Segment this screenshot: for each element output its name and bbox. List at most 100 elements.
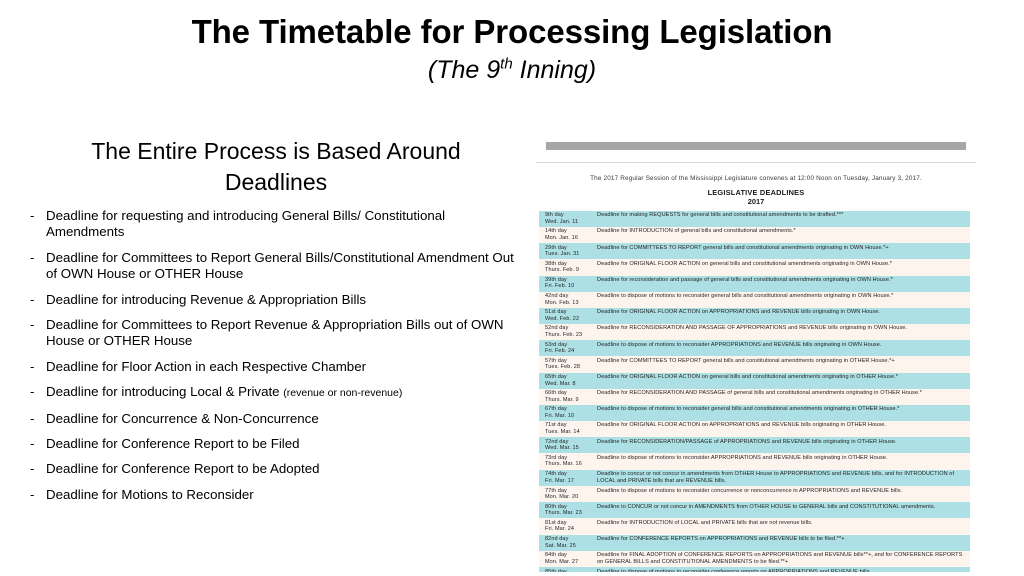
- row-day-cell: 65th day Wed. Mar. 8: [539, 374, 597, 387]
- row-day-number: 81st day: [545, 519, 567, 526]
- bullet-text: Deadline for Floor Action in each Respec…: [46, 359, 526, 375]
- table-row: 77th day Mon. Mar. 20 Deadline to dispose …: [539, 486, 970, 503]
- row-day-cell: 81st day Fri. Mar. 24: [539, 520, 597, 533]
- row-day-date: Tues. Jan. 31: [545, 251, 580, 258]
- row-day-number: 52nd day: [545, 325, 569, 332]
- page-title: The Timetable for Processing Legislation: [191, 13, 833, 50]
- left-content-column: The Entire Process is Based Around Deadl…: [26, 136, 526, 512]
- bullet-main-text: Deadline for introducing Revenue & Appro…: [46, 291, 367, 307]
- row-description-cell: Deadline to dispose of motions to recons…: [597, 568, 872, 572]
- bullet-dash-marker: -: [30, 486, 35, 502]
- table-row: 65th day Wed. Mar. 8 Deadline for ORIGINAL…: [539, 372, 970, 389]
- scan-document-title: LEGISLATIVE DEADLINES: [707, 188, 805, 197]
- bullet-dash-marker: -: [30, 358, 35, 374]
- row-day-number: 84th day: [545, 552, 567, 559]
- row-description-cell: Deadline to CONCUR or not concur in AMEN…: [597, 503, 936, 510]
- bullet-item: - Deadline for Committees to Report Reven…: [26, 317, 526, 350]
- bullet-main-text: Deadline for Motions to Reconsider: [46, 486, 254, 502]
- table-row: 66th day Thurs. Mar. 9 Deadline for RECONS…: [539, 388, 970, 405]
- bullet-dash-marker: -: [30, 291, 35, 307]
- row-day-date: Mon. Mar. 27: [545, 558, 579, 565]
- subtitle-ordinal-suffix: th: [500, 55, 513, 73]
- row-day-number: 66th day: [545, 390, 567, 397]
- table-row: 67th day Fri. Mar. 10 Deadline to dispose …: [539, 404, 970, 422]
- row-day-number: 65th day: [545, 373, 567, 380]
- table-row: 42nd day Mon. Feb. 13 Deadline to dispose …: [539, 291, 970, 308]
- row-description-cell: Deadline for INTRODUCTION of general bil…: [597, 228, 796, 235]
- row-day-number: 80th day: [545, 503, 567, 510]
- row-day-cell: 80th day Thurs. Mar. 23: [539, 504, 597, 517]
- row-day-number: 73rd day: [545, 454, 568, 461]
- row-day-cell: 52nd day Thurs. Feb. 23: [539, 325, 597, 338]
- table-row: 80th day Thurs. Mar. 23 Deadline to CONCUR…: [539, 502, 970, 519]
- table-row: 72nd day Wed. Mar. 15 Deadline for RECONSI…: [539, 437, 970, 454]
- bullet-text: Deadline for introducing Revenue & Appro…: [46, 292, 526, 308]
- table-row: 81st day Fri. Mar. 24 Deadline for INTRODU…: [539, 518, 970, 535]
- row-day-cell: 9th day Wed. Jan. 11: [539, 212, 597, 225]
- scan-document-year: 2017: [747, 197, 765, 207]
- row-day-number: 38th day: [545, 260, 567, 267]
- row-day-number: 67th day: [545, 406, 567, 413]
- row-day-date: Wed. Mar. 8: [545, 380, 576, 387]
- table-row: 74th day Fri. Mar. 17 Deadline to concur o…: [539, 469, 970, 487]
- row-description-cell: Deadline to dispose of motions to recons…: [597, 293, 894, 300]
- bullet-main-text: Deadline for Conference Report to be Fil…: [46, 436, 300, 452]
- bullet-item: - Deadline for Concurrence & Non-Concurre…: [26, 411, 526, 427]
- subtitle-pre: (The 9: [427, 56, 501, 84]
- row-description-cell: Deadline to dispose of motions to recons…: [597, 341, 882, 348]
- title-block: The Timetable for Processing Legislation…: [0, 12, 1024, 86]
- bullet-text: Deadline for Motions to Reconsider: [46, 487, 526, 503]
- bullet-dash-marker: -: [30, 208, 35, 223]
- row-day-number: 72nd day: [545, 438, 569, 445]
- row-day-number: 71st day: [545, 422, 567, 429]
- row-description-cell: Deadline to dispose of motions to recons…: [597, 406, 900, 413]
- row-description-cell: Deadline for reconsideration and passage…: [597, 276, 893, 283]
- row-day-date: Tues. Mar. 14: [545, 429, 580, 436]
- bullet-item: - Deadline for Conference Report to be Ad…: [26, 461, 526, 477]
- bullet-text: Deadline for Conference Report to be Fil…: [46, 436, 526, 452]
- scan-top-bar: [546, 142, 966, 150]
- bullet-text: Deadline for introducing Local & Private…: [46, 384, 526, 401]
- row-day-cell: 77th day Mon. Mar. 20: [539, 488, 597, 501]
- bullet-dash-marker: -: [30, 410, 35, 426]
- bullet-main-text: Deadline for Floor Action in each Respec…: [46, 358, 367, 374]
- row-day-cell: 51st day Wed. Feb. 22: [539, 309, 597, 322]
- row-day-cell: 72nd day Wed. Mar. 15: [539, 439, 597, 452]
- row-day-number: 42nd day: [545, 293, 569, 300]
- bullet-main-text: Deadline for requesting and introducing …: [46, 208, 446, 240]
- row-description-cell: Deadline for making REQUESTS for general…: [597, 212, 844, 219]
- row-day-date: Mon. Jan. 16: [545, 234, 578, 241]
- row-day-number: 82nd day: [545, 536, 569, 543]
- row-day-number: 14th day: [545, 228, 567, 235]
- row-day-number: 51st day: [545, 309, 567, 316]
- row-description-cell: Deadline to concur or not concur in amen…: [597, 470, 955, 484]
- row-day-cell: 42nd day Mon. Feb. 13: [539, 293, 597, 306]
- row-day-date: Wed. Feb. 22: [545, 315, 580, 322]
- scan-document-body: The 2017 Regular Session of the Mississi…: [536, 162, 976, 572]
- row-day-number: 39th day: [545, 276, 567, 283]
- row-day-date: Thurs. Mar. 16: [545, 461, 582, 468]
- row-description-cell: Deadline to dispose of motions to recons…: [597, 454, 888, 461]
- bullet-item: - Deadline for requesting and introducing…: [26, 208, 526, 241]
- row-description-cell: Deadline for RECONSIDERATION AND PASSAGE…: [597, 325, 908, 332]
- row-description-cell: Deadline for ORIGINAL FLOOR ACTION on AP…: [597, 309, 881, 316]
- row-day-number: 53rd day: [545, 341, 568, 348]
- deadline-table: 9th day Wed. Jan. 11 Deadline for making R…: [539, 210, 970, 572]
- table-row: 39th day Fri. Feb. 10 Deadline for reconsi…: [539, 275, 970, 292]
- bullet-text: Deadline for Concurrence & Non-Concurren…: [46, 411, 526, 427]
- row-day-cell: 57th day Tues. Feb. 28: [539, 358, 597, 371]
- bullet-main-text: Deadline for Committees to Report Genera…: [46, 249, 514, 282]
- row-day-cell: 29th day Tues. Jan. 31: [539, 245, 597, 258]
- row-day-cell: 53rd day Fri. Feb. 24: [539, 342, 597, 355]
- row-description-cell: Deadline for RECONSIDERATION AND PASSAGE…: [597, 390, 922, 397]
- row-day-number: 29th day: [545, 244, 567, 251]
- legislative-deadlines-scan: The 2017 Regular Session of the Mississi…: [536, 142, 976, 572]
- row-day-date: Mon. Feb. 13: [545, 299, 579, 306]
- row-description-cell: Deadline for ORIGINAL FLOOR ACTION on ge…: [597, 373, 898, 380]
- row-day-number: 85th day: [545, 568, 567, 572]
- table-row: 53rd day Fri. Feb. 24 Deadline to dispose …: [539, 340, 970, 357]
- row-day-date: Fri. Feb. 10: [545, 283, 575, 290]
- row-description-cell: Deadline for CONFERENCE REPORTS on APPRO…: [597, 536, 845, 543]
- table-row: 73rd day Thurs. Mar. 16 Deadline to dispos…: [539, 453, 970, 470]
- session-convene-line: The 2017 Regular Session of the Mississi…: [590, 175, 922, 182]
